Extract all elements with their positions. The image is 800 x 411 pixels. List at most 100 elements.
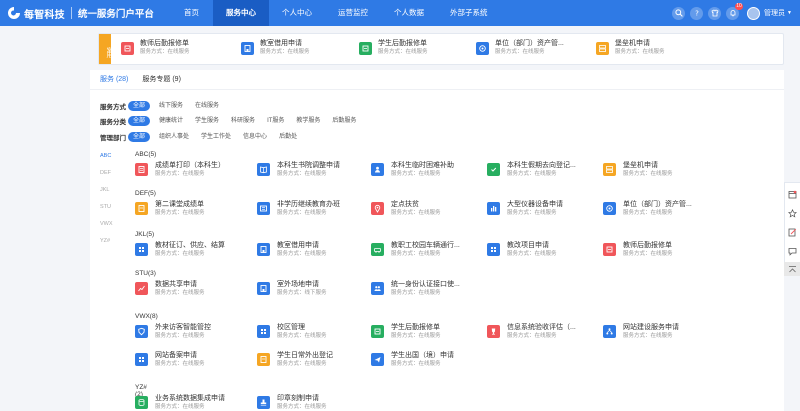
service-item[interactable]: 教改项目申请 服务方式：在线服务: [487, 241, 605, 263]
service-item[interactable]: 教室借用申请服务方式：在线服务: [257, 241, 375, 263]
edit-icon[interactable]: [785, 224, 799, 240]
filter-option[interactable]: 全部: [128, 116, 151, 126]
filter-option[interactable]: IT服务: [264, 116, 287, 126]
chevron-down-icon[interactable]: ▼: [787, 10, 792, 16]
frequent-item-text: 单位（部门）资产管... 服务方式：在线服务: [495, 39, 564, 57]
logo[interactable]: 每智科技 统一服务门户平台: [6, 5, 154, 21]
service-item-method: 服务方式：在线服务: [277, 251, 327, 257]
server-icon: [596, 42, 609, 55]
frequent-item[interactable]: 单位（部门）资产管... 服务方式：在线服务: [476, 39, 564, 61]
nav-item-6[interactable]: 外部子系统: [437, 0, 501, 26]
help-icon[interactable]: ?: [690, 6, 704, 20]
filter-option[interactable]: 全部: [128, 132, 151, 142]
service-item[interactable]: 业务系统数据集成申请 服务方式：在线服务: [135, 394, 253, 411]
filter-service-method: 服务方式 全部 线下服务 在线服务: [100, 100, 228, 112]
service-item[interactable]: 网站备案申请 服务方式：在线服务: [135, 351, 253, 373]
service-item[interactable]: 成绩单打印（本科生） 服务方式：在线服务: [135, 161, 253, 183]
service-item[interactable]: 印章刻制申请 服务方式：在线服务: [257, 394, 375, 411]
filter-option[interactable]: 全部: [128, 101, 151, 111]
filter-option[interactable]: 后勤处: [276, 132, 300, 142]
service-item[interactable]: 网站建设服务申请 服务方式：在线服务: [603, 323, 721, 345]
service-item[interactable]: 教材征订、供应、结算 服务方式：在线服务: [135, 241, 253, 263]
filter-option[interactable]: 组织人事处: [156, 132, 192, 142]
alpha-index-item[interactable]: YZ#: [100, 235, 113, 247]
bell-icon[interactable]: 10: [726, 2, 744, 20]
service-item[interactable]: 数据共享申请 服务方式：在线服务: [135, 280, 253, 302]
frequent-item[interactable]: 学生后勤报修单 服务方式：在线服务: [359, 39, 428, 61]
service-item[interactable]: 学生后勤报修单 服务方式：在线服务: [371, 323, 489, 345]
service-item[interactable]: 信息系统验收评估（... 服务方式：在线服务: [487, 323, 605, 345]
tab-services[interactable]: 服务 (28): [100, 74, 129, 90]
filter-option[interactable]: 线下服务: [156, 101, 186, 111]
alpha-index-item[interactable]: VWX: [100, 218, 113, 230]
filter-option[interactable]: 学生工作处: [198, 132, 234, 142]
back-to-top-icon[interactable]: [784, 262, 800, 276]
filter-label: 服务方式: [100, 104, 126, 111]
calendar-icon[interactable]: [785, 186, 799, 202]
frequent-item-title: 教师后勤报修单: [140, 40, 189, 47]
service-item-title: 信息系统验收评估（...: [507, 324, 576, 331]
service-item-title: 本科生临时困难补助: [391, 162, 454, 169]
star-icon[interactable]: [785, 205, 799, 221]
service-item[interactable]: 本科生书院调整申请 服务方式：在线服务: [257, 161, 375, 183]
service-item[interactable]: 教师后勤报修单 服务方式：在线服务: [603, 241, 721, 263]
service-item[interactable]: 教职工校园车辆通行... 服务方式：在线服务: [371, 241, 489, 263]
frequent-item[interactable]: 教室借用申请 服务方式：在线服务: [241, 39, 310, 61]
alpha-index-item[interactable]: ABC: [100, 150, 113, 162]
avatar[interactable]: [747, 6, 761, 20]
service-item[interactable]: 非学历继续教育办班 服务方式：在线服务: [257, 200, 375, 222]
service-item[interactable]: 校区管理 服务方式：在线服务: [257, 323, 375, 345]
frequent-item-method: 服务方式：在线服务: [260, 49, 310, 55]
group-title: ABC(5): [135, 151, 157, 158]
filter-option[interactable]: 后勤服务: [329, 116, 359, 126]
alpha-index-item[interactable]: DEF: [100, 167, 113, 179]
service-item-method: 服务方式：在线服务: [623, 210, 673, 216]
nav-item-2[interactable]: 服务中心: [213, 0, 269, 26]
service-item[interactable]: 学生出国（境）申请 服务方式：在线服务: [371, 351, 489, 373]
service-item[interactable]: 堡垒机申请 服务方式：在线服务: [603, 161, 721, 183]
service-item[interactable]: 本科生假期去向登记... 服务方式：在线服务: [487, 161, 605, 183]
service-item-title: 教室借用申请: [277, 242, 319, 249]
service-item-method: 服务方式：在线服务: [277, 171, 327, 177]
nav-item-4[interactable]: 运营监控: [325, 0, 381, 26]
user-name[interactable]: 管理员: [764, 8, 785, 18]
alpha-index-item[interactable]: STU: [100, 201, 113, 213]
service-item-text: 教职工校园车辆通行... 服务方式：在线服务: [391, 241, 460, 259]
nav-item-1[interactable]: 首页: [170, 0, 213, 26]
search-icon[interactable]: [672, 6, 686, 20]
asset-icon: [603, 202, 616, 215]
tab-topics[interactable]: 服务专题 (9): [142, 74, 181, 90]
service-item-method: 服务方式：在线服务: [155, 171, 205, 177]
stamp-icon: [257, 396, 270, 409]
service-item[interactable]: 学生日常外出登记 服务方式：在线服务: [257, 351, 375, 373]
service-item-title: 单位（部门）资产管...: [623, 201, 692, 208]
service-item[interactable]: 单位（部门）资产管... 服务方式：在线服务: [603, 200, 721, 222]
filter-option[interactable]: 教学服务: [293, 116, 323, 126]
frequent-item[interactable]: 教师后勤报修单 服务方式：在线服务: [121, 39, 190, 61]
service-item[interactable]: 室外场地申请 服务方式：线下服务: [257, 280, 375, 302]
shirt-icon[interactable]: [708, 6, 722, 20]
service-item[interactable]: 外来访客智能管控 服务方式：在线服务: [135, 323, 253, 345]
server-icon: [603, 163, 616, 176]
filter-option[interactable]: 信息中心: [240, 132, 270, 142]
service-item[interactable]: 定点扶贫 服务方式：在线服务: [371, 200, 489, 222]
frequent-item[interactable]: 堡垒机申请 服务方式：在线服务: [596, 39, 665, 61]
nav-item-3[interactable]: 个人中心: [269, 0, 325, 26]
filter-option[interactable]: 学生服务: [192, 116, 222, 126]
service-item-method: 服务方式：在线服务: [391, 333, 441, 339]
service-item-text: 统一身份认证接口使... 服务方式：在线服务: [391, 280, 460, 298]
service-item[interactable]: 第二课堂成绩单 服务方式：在线服务: [135, 200, 253, 222]
service-item[interactable]: 大型仪器设备申请 服务方式：在线服务: [487, 200, 605, 222]
filter-option[interactable]: 在线服务: [192, 101, 222, 111]
service-item[interactable]: 本科生临时困难补助 服务方式：在线服务: [371, 161, 489, 183]
filter-option[interactable]: 健康统计: [156, 116, 186, 126]
service-item-text: 教改项目申请 服务方式：在线服务: [507, 241, 557, 259]
book-icon: [257, 163, 270, 176]
frequent-item-method: 服务方式：在线服务: [140, 49, 190, 55]
service-item[interactable]: 统一身份认证接口使... 服务方式：在线服务: [371, 280, 489, 302]
nav-item-5[interactable]: 个人数据: [381, 0, 437, 26]
alpha-index-item[interactable]: JKL: [100, 184, 113, 196]
chat-icon[interactable]: [785, 243, 799, 259]
filter-option[interactable]: 科研服务: [228, 116, 258, 126]
service-item-text: 学生日常外出登记 服务方式：在线服务: [277, 351, 333, 369]
